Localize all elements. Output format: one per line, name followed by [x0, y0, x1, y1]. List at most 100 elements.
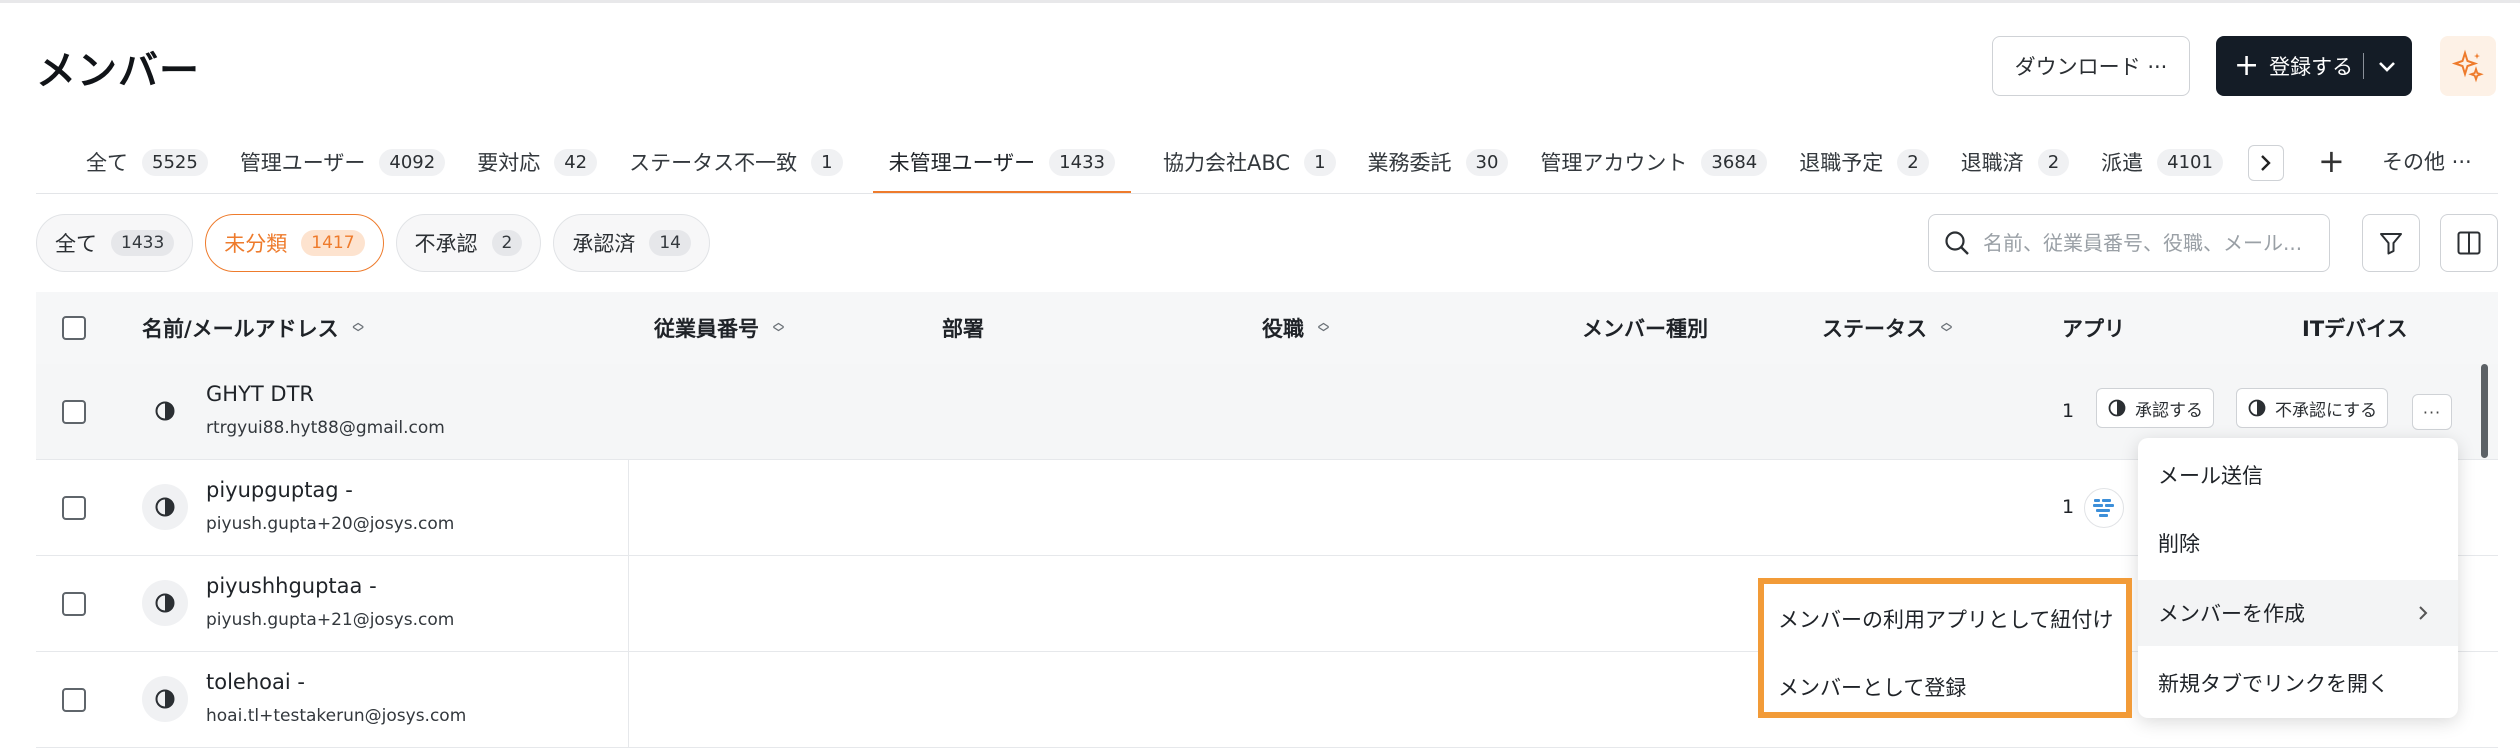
member-tabs: 全て 5525 管理ユーザー 4092 要対応 42 ステータス不一致 1 未管理ユーザ…	[36, 130, 2239, 194]
menu-item-send-mail[interactable]: メール送信	[2138, 442, 2458, 508]
menu-item-label: メンバーを作成	[2158, 602, 2305, 626]
tab-label: ステータス不一致	[629, 151, 798, 175]
app-logo-icon[interactable]	[2084, 488, 2124, 528]
column-header-name[interactable]: 名前/メールアドレス ︿ ﹀	[142, 292, 364, 364]
member-email: rtrgyui88.hyt88@gmail.com	[206, 418, 445, 438]
disapprove-button[interactable]: 不承認にする	[2236, 388, 2389, 428]
member-name[interactable]: GHYT DTR	[206, 382, 314, 406]
tab-count: 4092	[379, 148, 446, 176]
column-divider	[628, 556, 629, 652]
download-button[interactable]: ダウンロード ···	[1992, 36, 2190, 96]
tab-unmanaged-users[interactable]: 未管理ユーザー 1433	[859, 130, 1132, 194]
select-all-checkbox[interactable]	[62, 316, 86, 340]
row-checkbox[interactable]	[62, 496, 86, 520]
menu-item-label: メール送信	[2158, 464, 2263, 488]
menu-item-label: 削除	[2158, 532, 2200, 556]
tab-contractors[interactable]: 業務委託 30	[1352, 130, 1525, 194]
column-header-member-type[interactable]: メンバー種別	[1582, 292, 1708, 364]
add-tab-button[interactable]: +	[2318, 142, 2345, 180]
tab-all[interactable]: 全て 5525	[36, 130, 224, 194]
approval-filter-chips: 全て 1433 未分類 1417 不承認 2 承認済 14	[36, 214, 710, 272]
menu-item-open-new-tab[interactable]: 新規タブでリンクを開く	[2138, 650, 2458, 716]
tab-partner-abc[interactable]: 協力会社ABC 1	[1131, 130, 1352, 194]
submenu-item-label: メンバーとして登録	[1778, 676, 1967, 700]
search-box[interactable]	[1928, 214, 2330, 272]
chevron-down-icon[interactable]	[2378, 54, 2396, 78]
approve-icon	[2108, 399, 2126, 417]
member-name[interactable]: piyushhguptaa -	[206, 574, 377, 598]
half-circle-icon	[155, 497, 175, 517]
tab-label: 要対応	[477, 151, 541, 175]
tab-count: 5525	[142, 148, 208, 176]
tab-count: 3684	[1701, 148, 1768, 176]
column-settings-button[interactable]	[2440, 214, 2498, 272]
tab-label: 未管理ユーザー	[888, 151, 1036, 175]
column-header-position[interactable]: 役職 ︿ ﹀	[1262, 292, 1329, 364]
column-header-it-devices[interactable]: ITデバイス	[2302, 292, 2408, 364]
column-header-label: ステータス	[1822, 317, 1927, 341]
chip-approved[interactable]: 承認済 14	[553, 214, 710, 272]
app-count: 1	[2062, 496, 2075, 518]
chip-label: 全て	[55, 232, 97, 256]
search-input[interactable]	[1983, 231, 2313, 255]
row-checkbox[interactable]	[62, 592, 86, 616]
tab-managed-accounts[interactable]: 管理アカウント 3684	[1524, 130, 1783, 194]
tabs-scroll-right-button[interactable]	[2248, 145, 2284, 181]
sort-icon[interactable]: ︿ ﹀	[773, 317, 784, 338]
row-checkbox[interactable]	[62, 688, 86, 712]
sort-icon[interactable]: ︿ ﹀	[1318, 317, 1329, 338]
more-tabs-button[interactable]: その他 ···	[2382, 146, 2472, 176]
row-checkbox[interactable]	[62, 400, 86, 424]
column-header-label: 名前/メールアドレス	[142, 317, 339, 341]
column-header-label: アプリ	[2062, 317, 2125, 341]
menu-item-create-member[interactable]: メンバーを作成	[2138, 580, 2458, 646]
member-name[interactable]: tolehoai -	[206, 670, 305, 694]
tab-label: 業務委託	[1367, 151, 1452, 175]
submenu-item-label: メンバーの利用アプリとして紐付け	[1778, 608, 2114, 632]
tab-count: 30	[1465, 148, 1509, 176]
avatar	[142, 580, 188, 626]
column-header-department[interactable]: 部署	[942, 292, 984, 364]
chip-all[interactable]: 全て 1433	[36, 214, 194, 272]
tab-label: 管理アカウント	[1540, 151, 1688, 175]
avatar	[142, 484, 188, 530]
column-header-employee-no[interactable]: 従業員番号 ︿ ﹀	[654, 292, 784, 364]
filter-button[interactable]	[2362, 214, 2420, 272]
table-scrollbar-thumb[interactable]	[2481, 364, 2488, 458]
create-member-submenu: メンバーの利用アプリとして紐付け メンバーとして登録	[1758, 578, 2132, 718]
column-header-apps[interactable]: アプリ	[2062, 292, 2125, 364]
member-name[interactable]: piyupguptag -	[206, 478, 353, 502]
tab-leaving-soon[interactable]: 退職予定 2	[1783, 130, 1944, 194]
tab-dispatch[interactable]: 派遣 4101	[2085, 130, 2239, 194]
tab-status-mismatch[interactable]: ステータス不一致 1	[613, 130, 858, 194]
column-header-label: メンバー種別	[1582, 317, 1708, 341]
tab-retired[interactable]: 退職済 2	[1945, 130, 2085, 194]
half-circle-icon	[155, 401, 175, 421]
select-all-cell	[62, 292, 86, 364]
submenu-item-link-as-app[interactable]: メンバーの利用アプリとして紐付け	[1764, 586, 2126, 652]
member-email: piyush.gupta+20@josys.com	[206, 514, 455, 534]
submenu-item-register-member[interactable]: メンバーとして登録	[1764, 654, 2126, 720]
tab-count: 1	[811, 148, 843, 176]
register-button[interactable]: + 登録する	[2216, 36, 2412, 96]
menu-item-delete[interactable]: 削除	[2138, 510, 2458, 576]
sort-icon[interactable]: ︿ ﹀	[1941, 317, 1952, 338]
page-title: メンバー	[36, 48, 200, 94]
chip-unclassified[interactable]: 未分類 1417	[205, 214, 384, 272]
row-more-button[interactable]: ···	[2412, 394, 2452, 430]
table-header: 名前/メールアドレス ︿ ﹀ 従業員番号 ︿ ﹀ 部署 役職 ︿ ﹀ メンバー種別 ステータ…	[36, 292, 2498, 364]
half-circle-icon	[155, 689, 175, 709]
approve-button[interactable]: 承認する	[2096, 388, 2214, 428]
chevron-right-icon	[2261, 155, 2271, 171]
sort-icon[interactable]: ︿ ﹀	[353, 317, 364, 338]
tab-count: 2	[2037, 148, 2070, 176]
tab-action-required[interactable]: 要対応 42	[461, 130, 613, 194]
ai-assistant-button[interactable]	[2440, 36, 2496, 96]
member-email: hoai.tl+testakerun@josys.com	[206, 706, 467, 726]
column-header-label: 役職	[1262, 317, 1304, 341]
tab-managed-users[interactable]: 管理ユーザー 4092	[224, 130, 461, 194]
column-header-status[interactable]: ステータス ︿ ﹀	[1822, 292, 1952, 364]
tabs-divider	[36, 193, 2498, 194]
chip-disapproved[interactable]: 不承認 2	[395, 214, 542, 272]
table-row[interactable]: piyupguptag - piyush.gupta+20@josys.com …	[36, 460, 2498, 556]
